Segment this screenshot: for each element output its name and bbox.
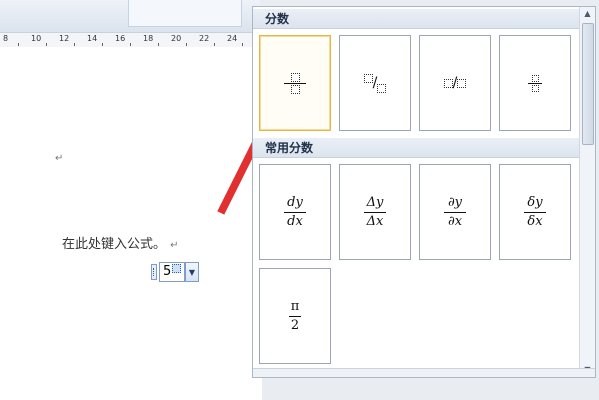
linear-fraction-glyph: / <box>420 36 490 130</box>
skewed-fraction-glyph: / <box>340 36 410 130</box>
fraction-skewed-button[interactable]: / <box>339 35 411 131</box>
triangle-up-icon[interactable]: ▲ <box>580 7 595 21</box>
fraction-glyph: ∂y ∂x <box>420 165 490 259</box>
fraction-glyph: dy dx <box>260 165 330 259</box>
fraction-small-button[interactable] <box>499 35 571 131</box>
fraction-glyph: Δy Δx <box>340 165 410 259</box>
fraction-glyph: π 2 <box>260 269 330 363</box>
placeholder-box-icon <box>377 83 387 93</box>
numerator: dy <box>287 194 303 210</box>
numerator: ∂y <box>447 194 463 210</box>
placeholder-box-icon <box>443 78 453 88</box>
common-fraction-dy-dx[interactable]: dy dx <box>259 164 331 260</box>
fraction-bar <box>444 211 466 213</box>
section-header-fraction: 分数 <box>253 9 579 29</box>
denominator: dx <box>287 213 303 229</box>
common-fraction-pi-over-2[interactable]: π 2 <box>259 268 331 364</box>
denominator: δx <box>527 213 543 229</box>
placeholder-box-icon <box>531 74 539 82</box>
numerator: Δy <box>366 194 384 210</box>
placeholder-box-icon <box>531 84 539 92</box>
fraction-stacked-button[interactable] <box>259 35 331 131</box>
placeholder-box-icon <box>363 73 373 83</box>
fraction-bar <box>289 315 301 317</box>
numerator: δy <box>527 194 543 210</box>
fraction-bar <box>528 82 542 84</box>
fraction-linear-button[interactable]: / <box>419 35 491 131</box>
gallery-resize-grip[interactable] <box>253 368 595 377</box>
scroll-thumb[interactable] <box>582 23 594 145</box>
placeholder-box-icon <box>290 72 300 82</box>
stacked-fraction-glyph <box>260 36 330 130</box>
fraction-bar <box>364 211 386 213</box>
denominator: 2 <box>290 317 300 333</box>
numerator: π <box>290 298 300 314</box>
common-fraction-small-delta[interactable]: δy δx <box>499 164 571 260</box>
gallery-scrollbar[interactable]: ▲ ▼ <box>579 7 595 377</box>
placeholder-box-icon <box>290 84 300 94</box>
small-fraction-glyph <box>500 36 570 130</box>
common-fraction-partial[interactable]: ∂y ∂x <box>419 164 491 260</box>
fraction-gallery[interactable]: 分数 / / 常用分数 dy dx Δy Δx ∂y ∂x δy δx π 2 … <box>252 6 596 378</box>
common-fraction-delta[interactable]: Δy Δx <box>339 164 411 260</box>
fraction-bar <box>284 211 306 213</box>
fraction-bar <box>524 211 546 213</box>
section-header-common-fractions: 常用分数 <box>253 138 579 158</box>
denominator: Δx <box>366 213 384 229</box>
denominator: ∂x <box>447 213 463 229</box>
placeholder-box-icon <box>457 78 467 88</box>
fraction-bar <box>284 82 306 84</box>
fraction-glyph: δy δx <box>500 165 570 259</box>
